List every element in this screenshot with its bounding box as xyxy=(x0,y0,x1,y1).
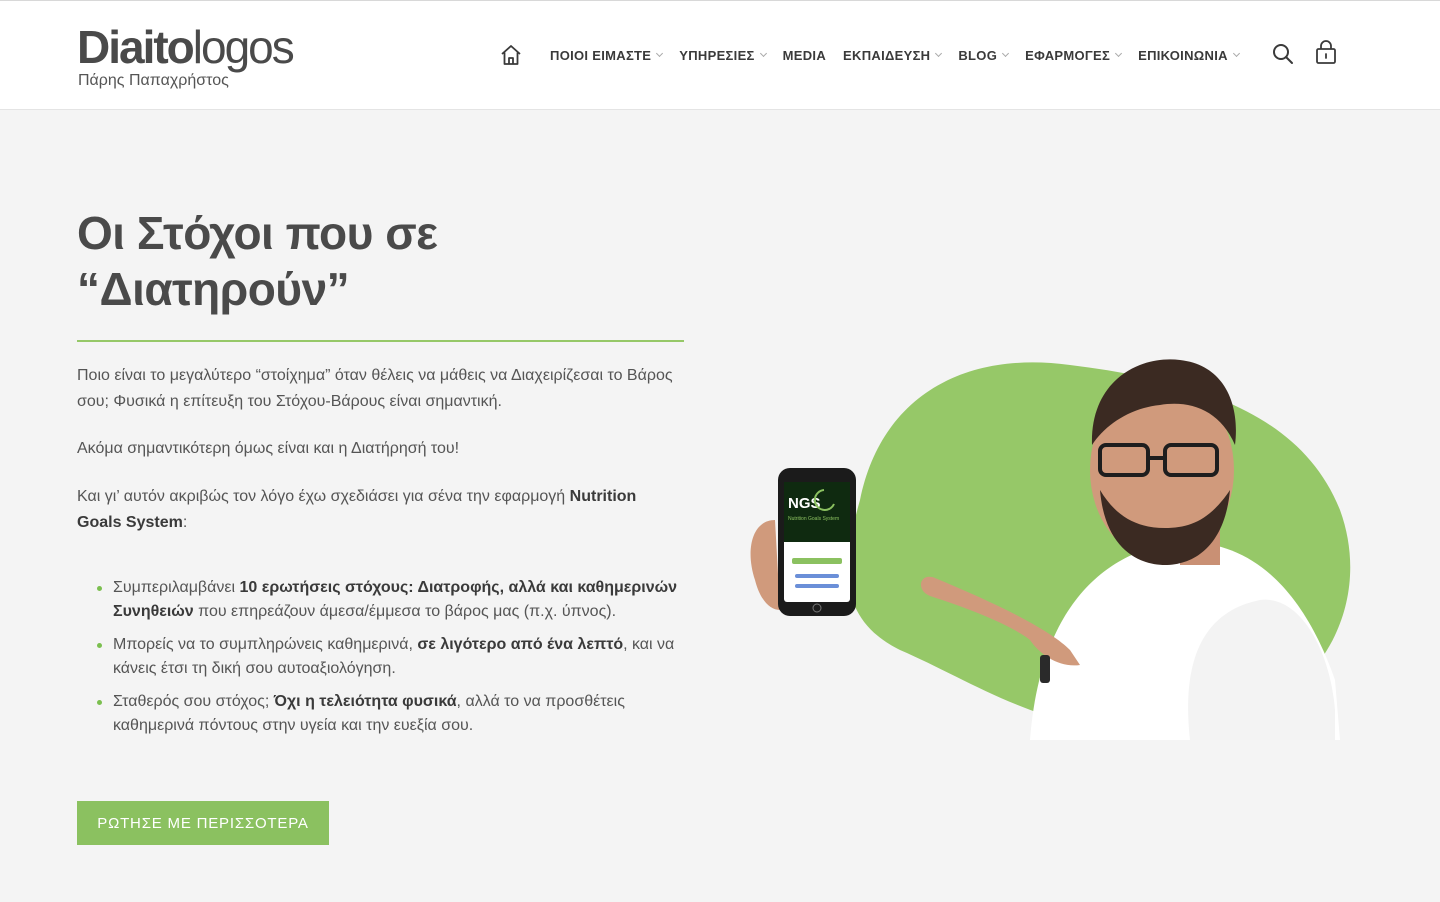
nav-label: ΕΠΙΚΟΙΝΩΝΙΑ xyxy=(1138,47,1228,63)
site-logo[interactable]: Diaitologos Πάρης Παπαχρήστος xyxy=(77,19,295,90)
chevron-down-icon xyxy=(1115,49,1123,58)
cart-lock-icon[interactable] xyxy=(1314,39,1338,65)
bullet-post: που επηρεάζουν άμεσα/έμμεσα το βάρος μας… xyxy=(193,603,617,620)
nav-item-about[interactable]: ΠΟΙΟΙ ΕΙΜΑΣΤΕ xyxy=(550,47,664,63)
logo-text-light: logos xyxy=(192,21,295,73)
phone-subtitle-text: Nutrition Goals System xyxy=(788,516,839,522)
nav-label: ΥΠΗΡΕΣΙΕΣ xyxy=(679,47,755,63)
chevron-down-icon xyxy=(935,49,943,58)
hero-image: NGS Nutrition Goals System xyxy=(740,350,1360,750)
phone-ui-bar xyxy=(795,574,839,578)
nav-item-blog[interactable]: BLOG xyxy=(958,47,1010,63)
holding-hand-shape xyxy=(750,520,780,610)
chevron-down-icon xyxy=(1232,49,1240,58)
chevron-down-icon xyxy=(759,49,767,58)
hero-title: Οι Στόχοι που σε “Διατηρούν” xyxy=(77,205,697,317)
hero-illustration: NGS Nutrition Goals System xyxy=(750,359,1351,740)
chevron-down-icon xyxy=(656,49,664,58)
hero-title-line1: Οι Στόχοι που σε xyxy=(77,207,438,259)
ask-more-button[interactable]: ΡΩΤΗΣΕ ΜΕ ΠΕΡΙΣΣΟΤΕΡΑ xyxy=(77,801,329,845)
chevron-down-icon xyxy=(1002,49,1010,58)
phone-ui-bar xyxy=(792,558,842,564)
phone-screen-header xyxy=(784,482,850,542)
app-paragraph-text: Και γι’ αυτόν ακριβώς τον λόγο έχω σχεδι… xyxy=(77,488,570,505)
highlight-paragraph: Ακόμα σημαντικότερη όμως είναι και η Δια… xyxy=(77,440,460,457)
bullet-pre: Μπορείς να το συμπληρώνεις καθημερινά, xyxy=(113,636,418,653)
search-icon[interactable] xyxy=(1271,41,1295,67)
bullet-pre: Σταθερός σου στόχος; xyxy=(113,693,274,710)
app-paragraph: Και γι’ αυτόν ακριβώς τον λόγο έχω σχεδι… xyxy=(77,484,684,536)
nav-label: ΕΦΑΡΜΟΓΕΣ xyxy=(1025,47,1111,63)
nav-label: ΕΚΠΑΙΔΕΥΣΗ xyxy=(843,47,931,63)
bullet-strong: Όχι η τελειότητα φυσικά xyxy=(273,693,457,710)
nav-item-apps[interactable]: ΕΦΑΡΜΟΓΕΣ xyxy=(1025,47,1123,63)
nav-label: ΠΟΙΟΙ ΕΙΜΑΣΤΕ xyxy=(550,47,652,63)
intro-paragraph: Ποιο είναι το μεγαλύτερο “στοίχημα” όταν… xyxy=(77,367,673,410)
bullet-pre: Συμπεριλαμβάνει xyxy=(113,579,240,596)
list-item: Σταθερός σου στόχος; Όχι η τελειότητα φυ… xyxy=(95,690,695,738)
nav-item-media[interactable]: MEDIA xyxy=(783,48,826,63)
list-item: Μπορείς να το συμπληρώνεις καθημερινά, σ… xyxy=(95,633,695,681)
app-paragraph-end: : xyxy=(182,514,188,531)
bullet-strong: σε λιγότερο από ένα λεπτό xyxy=(417,636,624,653)
watch-shape xyxy=(1040,655,1050,683)
nav-label: BLOG xyxy=(958,47,998,63)
feature-list: Συμπεριλαμβάνει 10 ερωτήσεις στόχους: Δι… xyxy=(95,576,695,747)
logo-wordmark: Diaitologos xyxy=(77,19,295,75)
nav-item-education[interactable]: ΕΚΠΑΙΔΕΥΣΗ xyxy=(843,47,943,63)
logo-text-bold: Diaito xyxy=(77,21,195,73)
main-nav: ΠΟΙΟΙ ΕΙΜΑΣΤΕ ΥΠΗΡΕΣΙΕΣ MEDIA ΕΚΠΑΙΔΕΥΣΗ… xyxy=(498,39,1256,71)
nav-label: MEDIA xyxy=(782,47,827,63)
site-header: Diaitologos Πάρης Παπαχρήστος ΠΟΙΟΙ ΕΙΜΑ… xyxy=(0,0,1440,110)
phone-ui-bar xyxy=(795,584,839,588)
hero-title-line2: “Διατηρούν” xyxy=(77,263,350,315)
list-item: Συμπεριλαμβάνει 10 ερωτήσεις στόχους: Δι… xyxy=(95,576,695,624)
home-icon[interactable] xyxy=(498,42,524,68)
title-divider xyxy=(77,340,684,342)
nav-item-services[interactable]: ΥΠΗΡΕΣΙΕΣ xyxy=(679,47,767,63)
nav-item-contact[interactable]: ΕΠΙΚΟΙΝΩΝΙΑ xyxy=(1138,47,1240,63)
